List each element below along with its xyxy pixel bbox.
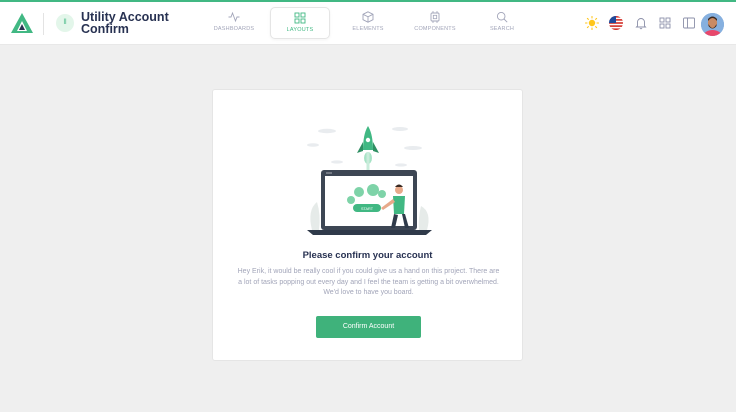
nav-label-dashboards: DASHBOARDS	[213, 26, 255, 32]
confirm-account-card: START Please confirm your account Hey Er…	[212, 89, 523, 361]
box-icon	[362, 11, 374, 23]
nav-label-components: COMPONENTS	[414, 26, 456, 32]
apps-grid-icon[interactable]	[658, 16, 672, 30]
nav-label-elements: ELEMENTS	[352, 26, 384, 32]
rocket-launch-illustration: START	[307, 126, 432, 235]
nav-item-dashboards[interactable]: DASHBOARDS	[204, 7, 264, 39]
nav-label-search: SEARCH	[489, 26, 515, 32]
vuero-logo-icon[interactable]	[11, 13, 33, 33]
search-icon	[496, 11, 508, 23]
activity-icon	[228, 11, 240, 23]
sidebar-icon[interactable]	[682, 16, 696, 30]
nav-item-layouts[interactable]: LAYOUTS	[270, 7, 330, 39]
nav-item-search[interactable]: SEARCH	[472, 7, 532, 39]
nav-item-components[interactable]: COMPONENTS	[405, 7, 465, 39]
avatar-portrait-icon	[701, 13, 724, 36]
grid-icon	[294, 12, 306, 24]
confirm-account-button[interactable]: Confirm Account	[316, 316, 421, 338]
user-avatar[interactable]	[701, 13, 724, 36]
page-title: Utility Account Confirm	[81, 10, 169, 36]
cpu-icon	[430, 11, 440, 23]
illustration-start-label: START	[361, 207, 374, 211]
card-description: Hey Erik, it would be really cool if you…	[237, 268, 500, 296]
bell-icon[interactable]	[634, 16, 648, 30]
card-title: Please confirm your account	[302, 250, 433, 261]
header-divider	[43, 13, 44, 35]
breadcrumb-badge[interactable]: ll	[56, 14, 74, 32]
nav-item-elements[interactable]: ELEMENTS	[338, 7, 398, 39]
nav-label-layouts: LAYOUTS	[286, 27, 314, 33]
us-flag-icon[interactable]	[609, 16, 623, 30]
top-navbar: ll Utility Account Confirm DASHBOARDS LA…	[0, 2, 736, 45]
sun-icon[interactable]	[585, 16, 599, 30]
